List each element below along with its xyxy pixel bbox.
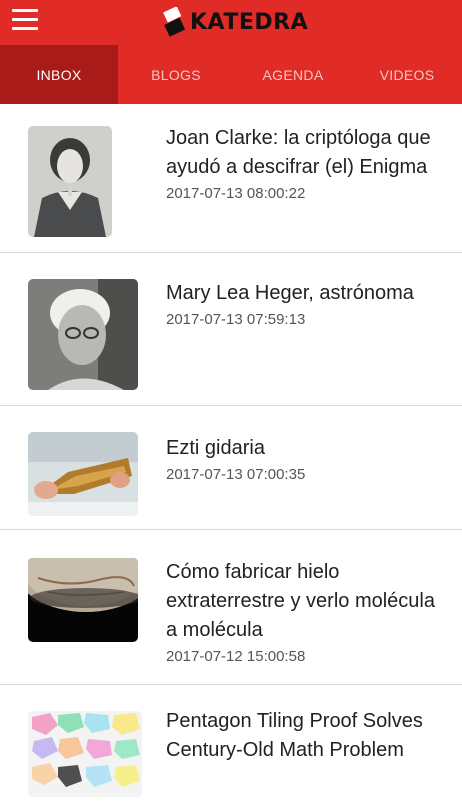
katedra-logo-icon: [163, 7, 186, 37]
tab-blogs[interactable]: BLOGS: [118, 45, 234, 104]
article-thumbnail: [28, 711, 142, 797]
article-date: 2017-07-13 07:00:35: [166, 466, 306, 483]
article-thumbnail: [28, 558, 138, 642]
tab-agenda[interactable]: AGENDA: [234, 45, 352, 104]
article-thumbnail: [28, 432, 138, 516]
tab-videos[interactable]: VIDEOS: [352, 45, 462, 104]
list-item[interactable]: Pentagon Tiling Proof Solves Century-Old…: [0, 685, 462, 805]
brand: KATEDRA: [162, 6, 308, 38]
article-title: Pentagon Tiling Proof Solves Century-Old…: [166, 710, 423, 761]
tab-bar: INBOX BLOGS AGENDA VIDEOS: [0, 45, 462, 104]
article-thumbnail: [28, 126, 112, 237]
tab-inbox[interactable]: INBOX: [0, 45, 118, 104]
article-date: 2017-07-13 08:00:22: [166, 185, 306, 202]
article-title: Ezti gidaria: [166, 437, 265, 459]
app-header: KATEDRA: [0, 0, 462, 45]
list-item[interactable]: Ezti gidaria 2017-07-13 07:00:35: [0, 406, 462, 530]
app-title: KATEDRA: [190, 9, 309, 35]
hamburger-menu-icon[interactable]: [12, 9, 38, 31]
article-title: Joan Clarke: la criptóloga que ayudó a d…: [166, 127, 431, 178]
article-date: 2017-07-13 07:59:13: [166, 311, 306, 328]
article-title: Mary Lea Heger, astrónoma: [166, 282, 414, 304]
article-date: 2017-07-12 15:00:58: [166, 648, 306, 665]
article-title: Cómo fabricar hielo extraterrestre y ver…: [166, 561, 435, 641]
list-item[interactable]: Joan Clarke: la criptóloga que ayudó a d…: [0, 104, 462, 253]
list-item[interactable]: Mary Lea Heger, astrónoma 2017-07-13 07:…: [0, 253, 462, 406]
article-list: Joan Clarke: la criptóloga que ayudó a d…: [0, 104, 462, 805]
list-item[interactable]: Cómo fabricar hielo extraterrestre y ver…: [0, 530, 462, 685]
article-thumbnail: [28, 279, 138, 390]
